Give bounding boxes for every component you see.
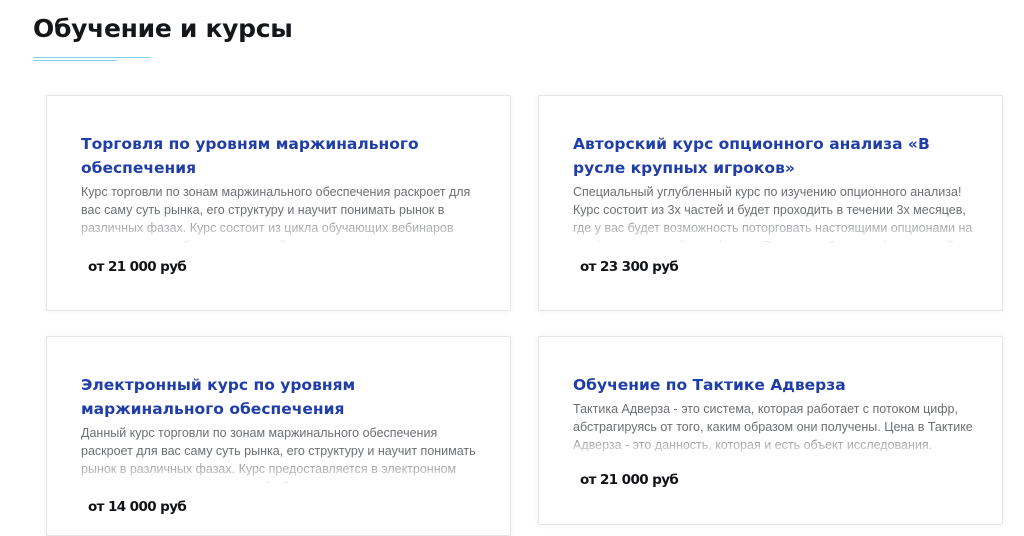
course-title-link[interactable]: Авторский курс опционного анализа «В рус… — [573, 132, 973, 180]
course-price: от 23 300 руб — [580, 259, 679, 275]
course-description: Курс торговли по зонам маржинального обе… — [81, 185, 471, 243]
course-price: от 21 000 руб — [88, 259, 187, 275]
course-description: Специальный углубленный курс по изучению… — [573, 185, 973, 243]
course-title-link[interactable]: Торговля по уровням маржинального обеспе… — [81, 132, 481, 180]
course-description: Тактика Адверза - это система, которая р… — [573, 402, 973, 452]
page-title: Обучение и курсы — [33, 14, 293, 43]
course-title-link[interactable]: Обучение по Тактике Адверза — [573, 373, 973, 397]
course-card[interactable]: Электронный курс по уровням маржинальног… — [46, 336, 511, 536]
course-price: от 14 000 руб — [88, 499, 187, 515]
course-price: от 21 000 руб — [580, 472, 679, 488]
course-card[interactable]: Обучение по Тактике Адверза Тактика Адве… — [538, 336, 1003, 525]
course-card[interactable]: Торговля по уровням маржинального обеспе… — [46, 95, 511, 311]
course-description: Данный курс торговли по зонам маржинальн… — [81, 426, 476, 484]
course-card[interactable]: Авторский курс опционного анализа «В рус… — [538, 95, 1003, 311]
title-underline-decoration — [33, 57, 151, 61]
course-title-link[interactable]: Электронный курс по уровням маржинальног… — [81, 373, 481, 421]
